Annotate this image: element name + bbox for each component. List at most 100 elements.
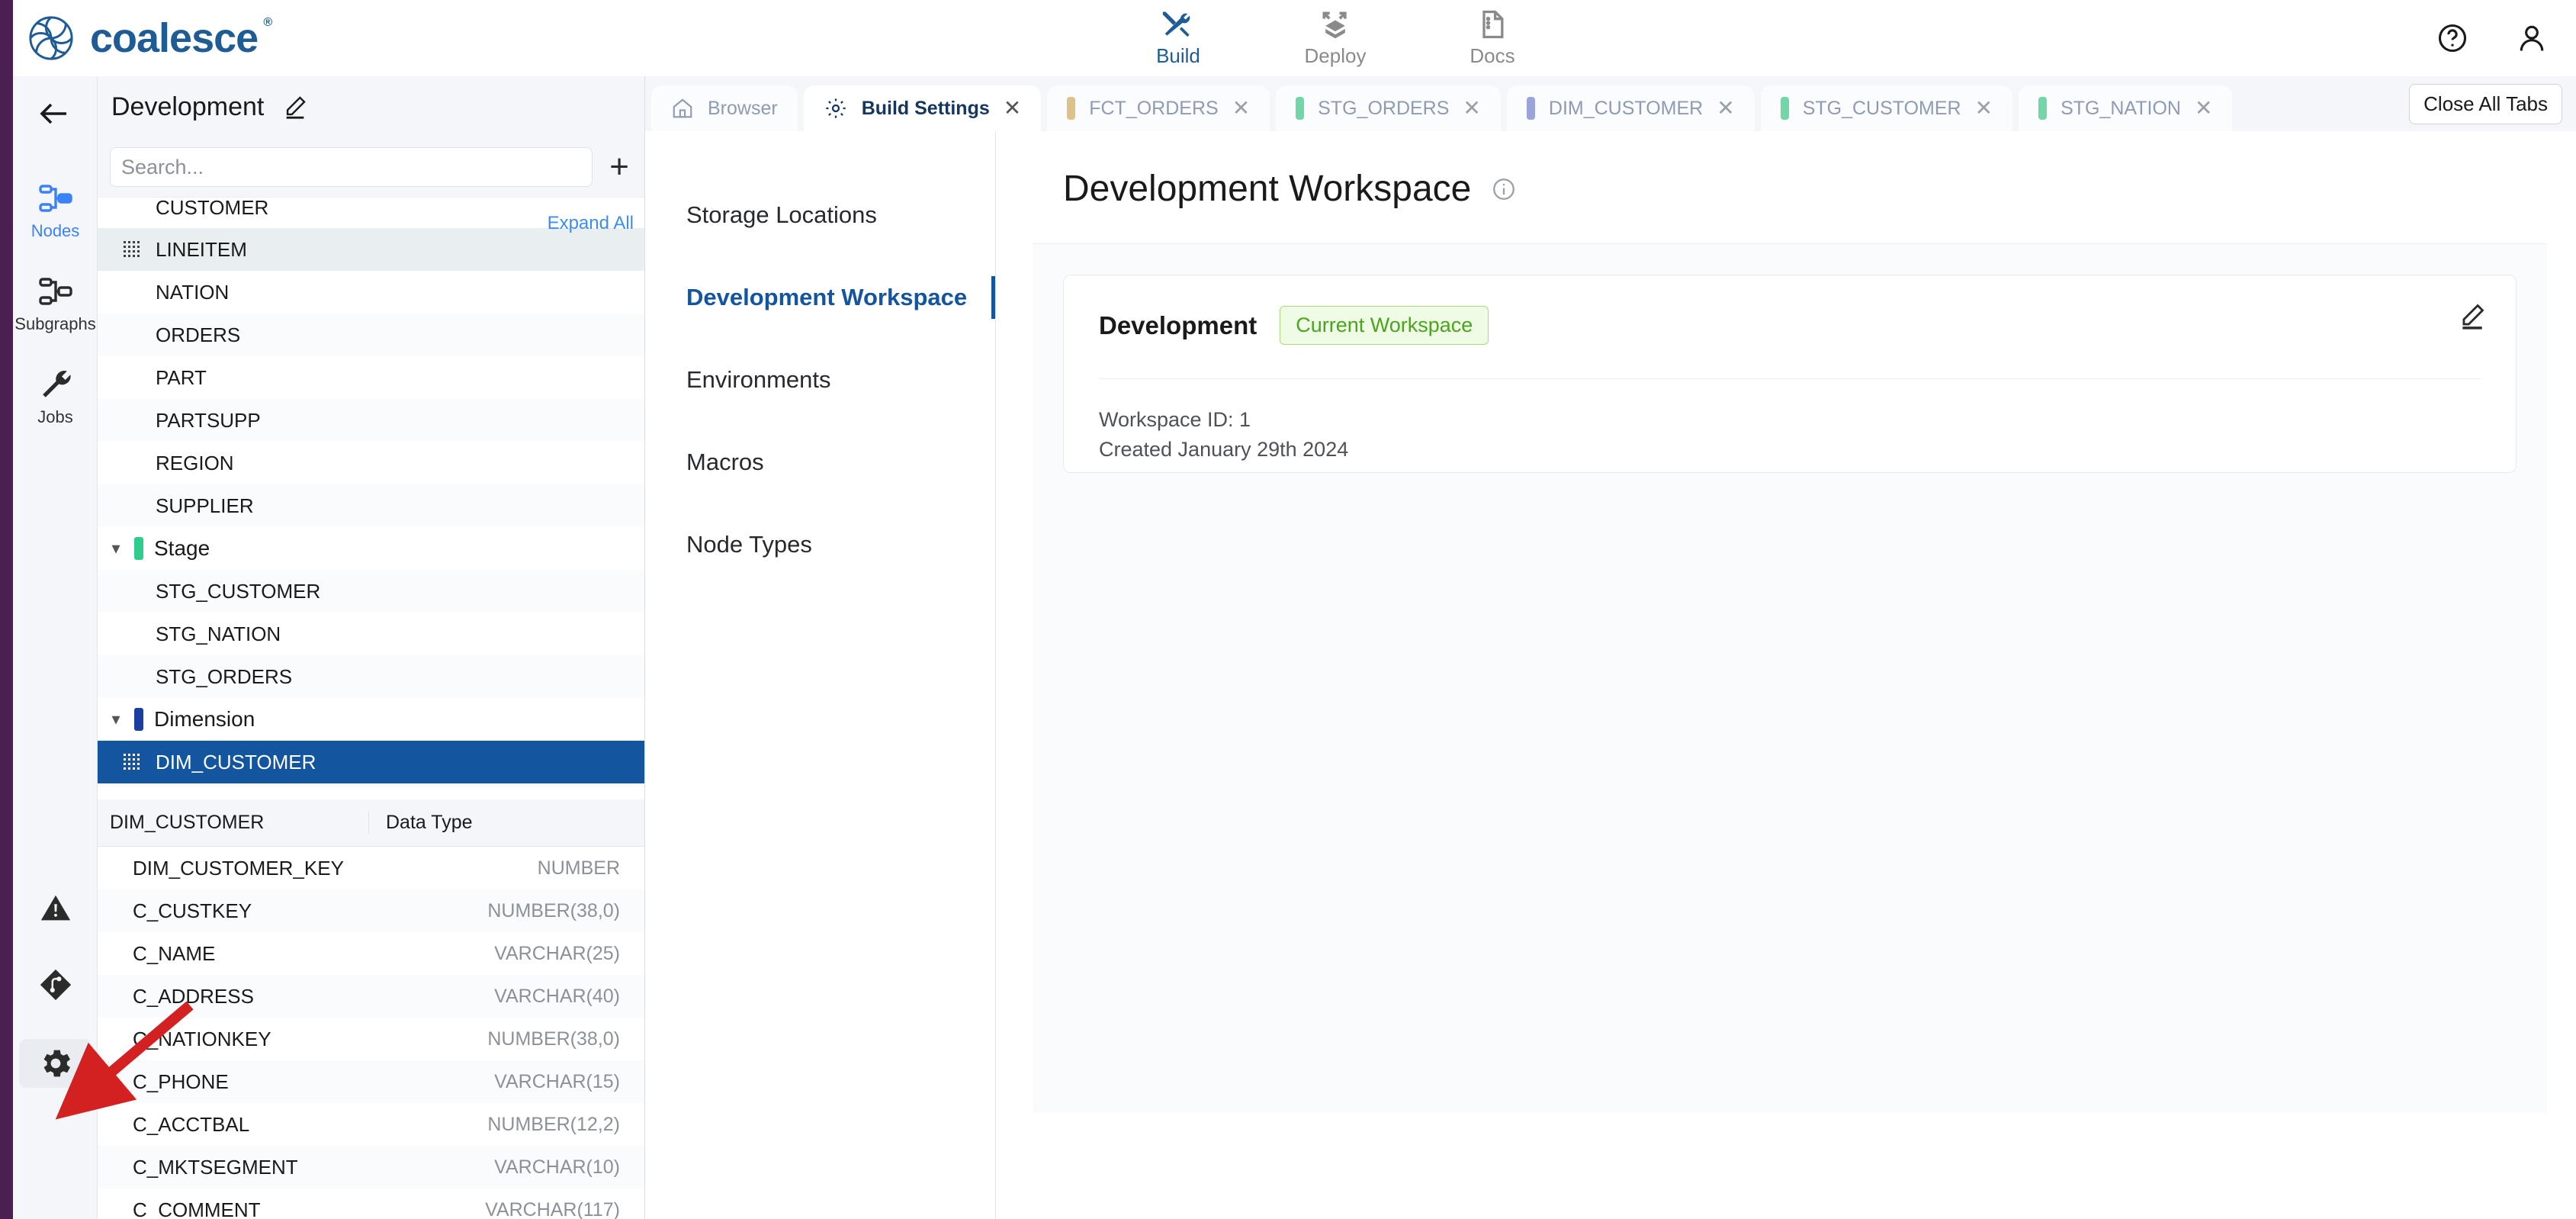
search-row: + xyxy=(98,137,644,197)
workspace-card-name: Development xyxy=(1099,310,1257,339)
column-row[interactable]: C_ACCTBAL NUMBER(12,2) xyxy=(98,1103,644,1146)
column-datatype: NUMBER(12,2) xyxy=(487,1113,620,1135)
nav-docs[interactable]: Docs xyxy=(1450,8,1534,68)
close-icon[interactable]: ✕ xyxy=(1463,98,1480,119)
search-input[interactable] xyxy=(110,147,593,187)
tree-row[interactable]: STG_NATION xyxy=(98,613,644,655)
collapse-back-button[interactable] xyxy=(36,95,72,136)
settings-nav-development-workspace[interactable]: Development Workspace xyxy=(645,256,995,339)
user-account-icon[interactable] xyxy=(2515,21,2549,55)
rail-item-git[interactable] xyxy=(19,961,92,1008)
main-content: Development Workspace Development Curren… xyxy=(996,131,2576,1219)
rail-item-jobs[interactable]: Jobs xyxy=(19,360,92,433)
add-node-button[interactable]: + xyxy=(609,150,629,184)
column-datatype: VARCHAR(10) xyxy=(494,1156,620,1178)
node-type-color-tag xyxy=(1780,97,1789,120)
tab-dim-customer[interactable]: DIM_CUSTOMER ✕ xyxy=(1506,85,1755,131)
help-circle-icon[interactable] xyxy=(2436,21,2469,55)
column-datatype: VARCHAR(117) xyxy=(485,1198,620,1219)
nav-docs-label: Docs xyxy=(1469,44,1515,67)
rail-item-subgraphs[interactable]: Subgraphs xyxy=(14,267,96,340)
info-circle-icon[interactable] xyxy=(1491,176,1517,202)
nav-deploy[interactable]: Deploy xyxy=(1293,8,1377,68)
build-settings-nav: Storage Locations Development Workspace En… xyxy=(645,131,996,1219)
drag-handle-icon[interactable] xyxy=(124,241,140,258)
rail-label-jobs: Jobs xyxy=(37,407,73,426)
rail-item-settings[interactable] xyxy=(19,1039,92,1088)
tab-stg-orders[interactable]: STG_ORDERS ✕ xyxy=(1276,85,1501,131)
nav-deploy-label: Deploy xyxy=(1304,44,1367,67)
column-datatype: VARCHAR(25) xyxy=(494,942,620,964)
tree-row[interactable]: REGION xyxy=(98,442,644,484)
brand-edge-bar xyxy=(0,0,13,1219)
rail-item-nodes[interactable]: Nodes xyxy=(19,174,92,247)
chevron-down-icon[interactable]: ▾ xyxy=(98,709,134,729)
column-row[interactable]: C_PHONE VARCHAR(15) xyxy=(98,1060,644,1103)
nodes-icon xyxy=(38,185,72,212)
tab-browser[interactable]: Browser xyxy=(651,85,798,131)
tab-build-settings[interactable]: Build Settings ✕ xyxy=(803,85,1042,131)
column-row[interactable]: C_COMMENT VARCHAR(117) xyxy=(98,1188,644,1219)
tree-row-label: ORDERS xyxy=(156,323,241,346)
tree-row[interactable]: ▾ Dimension xyxy=(98,698,644,741)
settings-nav-label: Development Workspace xyxy=(686,284,968,310)
column-row[interactable]: C_CUSTKEY NUMBER(38,0) xyxy=(98,889,644,932)
tree-row-label: NATION xyxy=(156,280,230,304)
coalesce-swirl-icon xyxy=(29,16,73,60)
tree-row[interactable]: SUPPLIER xyxy=(98,484,644,527)
back-arrow-icon xyxy=(40,103,66,124)
tree-row[interactable]: PARTSUPP xyxy=(98,399,644,442)
tree-row[interactable]: STG_ORDERS xyxy=(98,655,644,698)
node-tree[interactable]: Expand All CUSTOMER LINEITEM NATION ORDERS P… xyxy=(98,197,644,799)
brand-logo[interactable]: coalesce ® xyxy=(27,14,272,62)
tree-row[interactable]: STG_CUSTOMER xyxy=(98,570,644,613)
tree-row-label: SUPPLIER xyxy=(156,494,254,517)
tree-row[interactable]: PART xyxy=(98,356,644,399)
column-name: C_ACCTBAL xyxy=(133,1112,250,1136)
settings-nav-environments[interactable]: Environments xyxy=(645,339,995,421)
gear-icon xyxy=(826,98,846,118)
tab-stg-customer[interactable]: STG_CUSTOMER ✕ xyxy=(1760,85,2013,131)
close-icon[interactable]: ✕ xyxy=(1004,98,1021,119)
node-type-color-tag xyxy=(1067,97,1076,120)
drag-handle-icon[interactable] xyxy=(124,754,140,770)
tree-row-label: Stage xyxy=(154,536,210,560)
workspace-card: Development Current Workspace Workspace … xyxy=(1063,275,2517,473)
tree-row[interactable]: LINEITEM xyxy=(98,228,644,271)
column-row[interactable]: C_NATIONKEY NUMBER(38,0) xyxy=(98,1018,644,1060)
tab-fct-orders[interactable]: FCT_ORDERS ✕ xyxy=(1047,85,1270,131)
rail-item-warnings[interactable] xyxy=(19,885,92,932)
tree-row[interactable]: DIM_CUSTOMER xyxy=(98,741,644,783)
edit-workspace-button[interactable] xyxy=(2458,301,2487,334)
column-name: C_NATIONKEY xyxy=(133,1027,271,1050)
settings-nav-macros[interactable]: Macros xyxy=(645,421,995,503)
brand-name: coalesce xyxy=(90,15,259,61)
column-table: DIM_CUSTOMER Data Type DIM_CUSTOMER_KEY N… xyxy=(98,799,644,1219)
settings-nav-node-types[interactable]: Node Types xyxy=(645,503,995,586)
tree-row[interactable]: ORDERS xyxy=(98,314,644,356)
column-row[interactable]: C_ADDRESS VARCHAR(40) xyxy=(98,975,644,1018)
pencil-icon[interactable] xyxy=(282,94,308,120)
top-bar: coalesce ® Build Deploy Docs xyxy=(0,0,2576,76)
column-row[interactable]: C_MKTSEGMENT VARCHAR(10) xyxy=(98,1146,644,1188)
tools-icon xyxy=(1162,11,1190,37)
close-icon[interactable]: ✕ xyxy=(1975,98,1993,119)
close-icon[interactable]: ✕ xyxy=(1717,98,1734,119)
tab-label: STG_ORDERS xyxy=(1318,97,1450,119)
close-all-tabs-button[interactable]: Close All Tabs xyxy=(2409,84,2562,124)
tree-row[interactable]: ▾ Stage xyxy=(98,527,644,570)
close-icon[interactable]: ✕ xyxy=(1232,98,1250,119)
settings-nav-storage-locations[interactable]: Storage Locations xyxy=(645,174,995,256)
expand-all-link[interactable]: Expand All xyxy=(548,213,634,234)
tree-row[interactable]: NATION xyxy=(98,271,644,314)
warning-triangle-icon xyxy=(40,895,70,921)
column-row[interactable]: DIM_CUSTOMER_KEY NUMBER xyxy=(98,847,644,889)
tab-stg-nation[interactable]: STG_NATION ✕ xyxy=(2019,85,2233,131)
chevron-down-icon[interactable]: ▾ xyxy=(98,539,134,558)
column-datatype: VARCHAR(15) xyxy=(494,1070,620,1092)
primary-nav: Build Deploy Docs xyxy=(1136,8,1534,68)
nav-build[interactable]: Build xyxy=(1136,8,1220,68)
column-row[interactable]: C_NAME VARCHAR(25) xyxy=(98,932,644,975)
close-icon[interactable]: ✕ xyxy=(2195,98,2212,119)
column-table-header: DIM_CUSTOMER Data Type xyxy=(98,799,644,847)
